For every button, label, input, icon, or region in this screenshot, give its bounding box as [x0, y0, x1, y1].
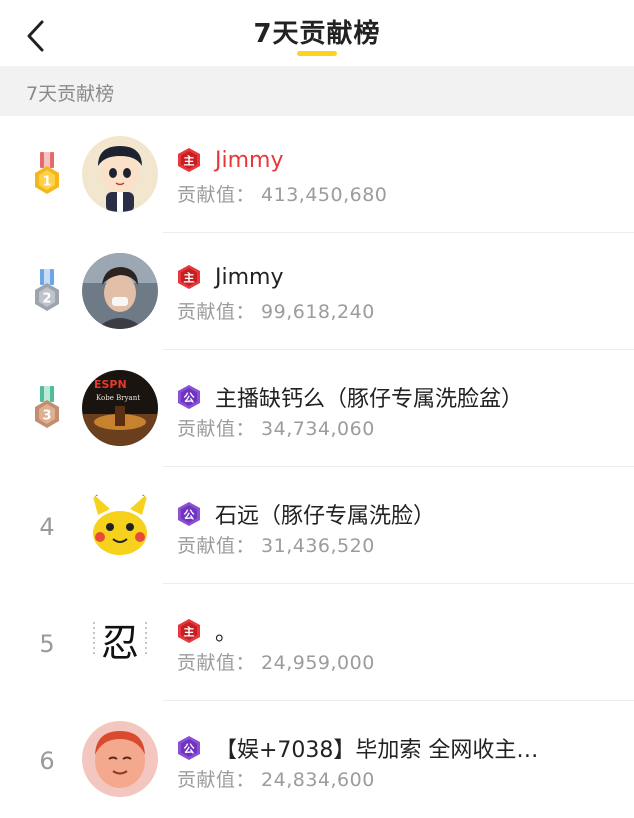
rank-indicator: 1 [22, 146, 72, 206]
svg-text:公: 公 [184, 509, 195, 522]
title-active-indicator [297, 51, 337, 56]
rank-number: 5 [39, 630, 55, 658]
avatar[interactable] [82, 253, 158, 329]
user-name[interactable]: 石远（豚仔专属洗脸） [215, 498, 435, 530]
name-line: 公 石远（豚仔专属洗脸） [176, 498, 435, 530]
avatar[interactable]: ESPN Kobe Bryant [82, 370, 158, 446]
svg-text:公: 公 [184, 743, 195, 756]
rank-number: 4 [39, 513, 55, 541]
rank-indicator: 4 [22, 497, 72, 557]
guild-badge-icon: 公 [176, 384, 202, 410]
value-number: 413,450,680 [261, 184, 388, 206]
list-item[interactable]: 3 ESPN Kobe Bryant 公 主播缺钙么（豚仔专属洗脸盆） 贡献值：… [0, 350, 634, 467]
avatar[interactable]: 忍 [82, 604, 158, 680]
list-item[interactable]: 4 公 石远（豚仔专属洗脸） 贡献值： 31,436,520 [0, 467, 634, 584]
svg-text:主: 主 [184, 154, 195, 168]
anchor-badge-icon: 主 [176, 618, 202, 644]
value-number: 31,436,520 [261, 535, 375, 557]
avatar[interactable] [82, 487, 158, 563]
name-line: 主 Jimmy [176, 264, 283, 290]
svg-text:主: 主 [184, 625, 195, 639]
value-number: 24,834,600 [261, 769, 375, 791]
name-line: 主 。 [176, 615, 237, 647]
user-name[interactable]: 【娱+7038】毕加索 全网收主… [215, 732, 538, 764]
svg-text:Kobe Bryant: Kobe Bryant [96, 394, 140, 402]
svg-text:主: 主 [184, 271, 195, 285]
section-header: 7天贡献榜 [0, 66, 634, 116]
svg-text:2: 2 [42, 292, 51, 307]
list-item[interactable]: 1 主 Jimmy 贡献值： 413,450,680 [0, 116, 634, 233]
guild-badge-icon: 公 [176, 735, 202, 761]
anchor-badge-icon: 主 [176, 147, 202, 173]
gold-medal-icon: 1 [35, 152, 59, 194]
value-label: 贡献值： [177, 535, 256, 557]
value-number: 34,734,060 [261, 418, 375, 440]
value-label: 贡献值： [177, 184, 256, 206]
contribution-value: 贡献值： 24,834,600 [177, 765, 375, 792]
value-number: 24,959,000 [261, 652, 375, 674]
svg-text:1: 1 [42, 175, 51, 190]
user-name[interactable]: 主播缺钙么（豚仔专属洗脸盆） [215, 381, 523, 413]
name-line: 主 Jimmy [176, 147, 283, 173]
rank-indicator: 5 [22, 614, 72, 674]
value-label: 贡献值： [177, 301, 256, 323]
svg-text:3: 3 [42, 409, 51, 424]
contribution-value: 贡献值： 31,436,520 [177, 531, 375, 558]
contribution-value: 贡献值： 413,450,680 [177, 180, 387, 207]
guild-badge-icon: 公 [176, 501, 202, 527]
value-label: 贡献值： [177, 418, 256, 440]
user-name[interactable]: Jimmy [215, 148, 283, 173]
avatar[interactable] [82, 721, 158, 797]
name-line: 公 主播缺钙么（豚仔专属洗脸盆） [176, 381, 523, 413]
avatar[interactable] [82, 136, 158, 212]
rank-indicator: 3 [22, 380, 72, 440]
silver-medal-icon: 2 [35, 269, 59, 311]
user-name[interactable]: Jimmy [215, 265, 283, 290]
contribution-value: 贡献值： 34,734,060 [177, 414, 375, 441]
value-label: 贡献值： [177, 769, 256, 791]
top-nav-bar: 7天贡献榜 [0, 0, 634, 66]
list-item[interactable]: 2 主 Jimmy 贡献值： 99,618,240 [0, 233, 634, 350]
user-name[interactable]: 。 [215, 615, 237, 647]
value-number: 99,618,240 [261, 301, 375, 323]
page-title: 7天贡献榜 [253, 19, 381, 49]
ranking-list: 1 主 Jimmy 贡献值： 413,450,680 2 主 Jimmy 贡献值… [0, 116, 634, 818]
svg-text:ESPN: ESPN [94, 378, 127, 391]
section-label: 7天贡献榜 [26, 83, 115, 105]
contribution-value: 贡献值： 24,959,000 [177, 648, 375, 675]
rank-indicator: 6 [22, 731, 72, 791]
value-label: 贡献值： [177, 652, 256, 674]
rank-indicator: 2 [22, 263, 72, 323]
bronze-medal-icon: 3 [35, 386, 59, 428]
contribution-value: 贡献值： 99,618,240 [177, 297, 375, 324]
rank-number: 6 [39, 747, 55, 775]
list-item[interactable]: 6 公 【娱+7038】毕加索 全网收主… 贡献值： 24,834,600 [0, 701, 634, 818]
svg-text:忍: 忍 [101, 621, 139, 665]
list-item[interactable]: 5 忍 主 。 贡献值： 24,959,000 [0, 584, 634, 701]
anchor-badge-icon: 主 [176, 264, 202, 290]
name-line: 公 【娱+7038】毕加索 全网收主… [176, 732, 538, 764]
svg-text:公: 公 [184, 392, 195, 405]
